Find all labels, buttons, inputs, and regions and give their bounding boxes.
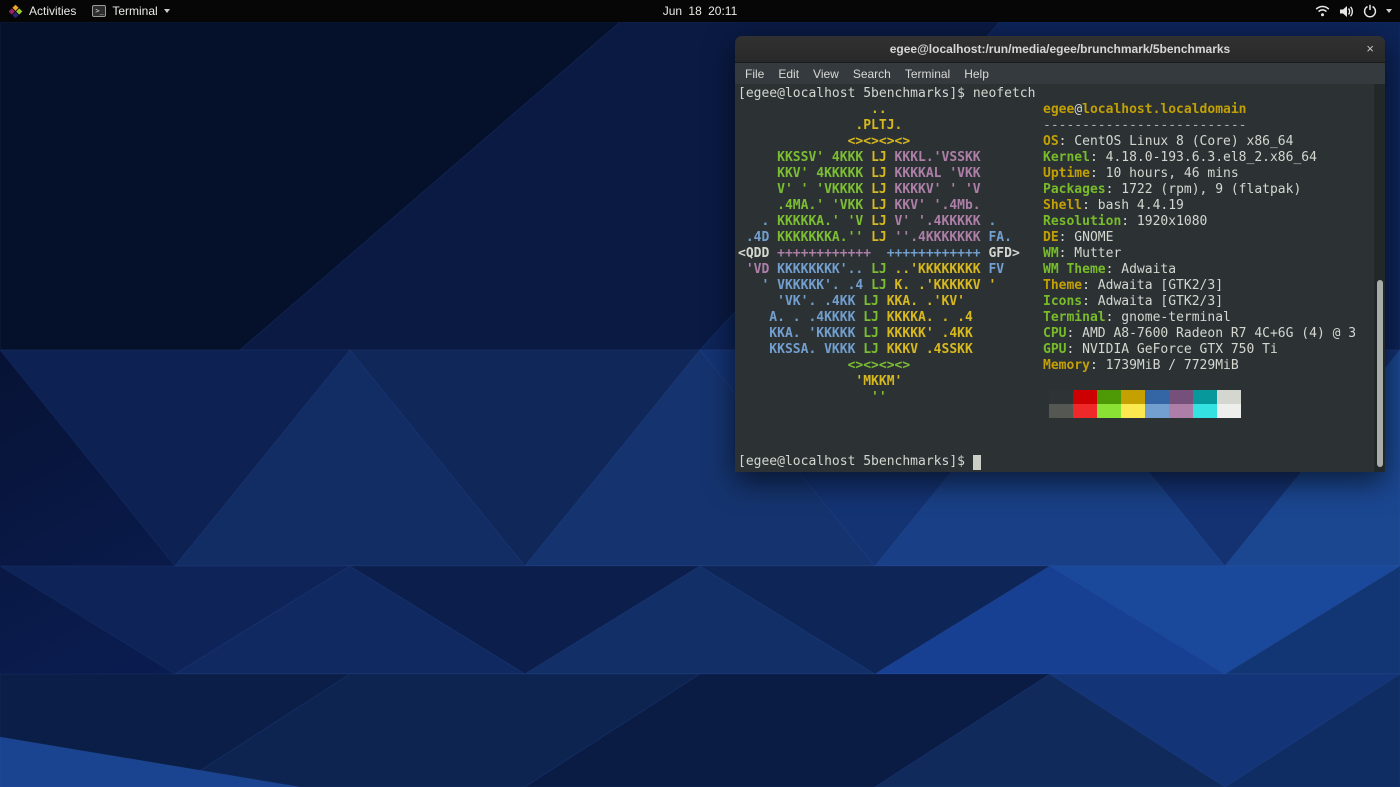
ascii-art-line: A. . .4KKKK LJ KKKKA. . .4: [738, 310, 1020, 326]
ascii-art-line: 'VD KKKKKKKK'.. LJ ..'KKKKKKKK FV: [738, 262, 1020, 278]
volume-icon: [1339, 5, 1354, 18]
neofetch-info-line: Terminal: gnome-terminal: [1043, 310, 1356, 326]
ascii-art-line: ' VKKKKK'. .4 LJ K. .'KKKKKV ': [738, 278, 1020, 294]
ascii-art-line: KKV' 4KKKKK LJ KKKKAL 'VKK: [738, 166, 1020, 182]
window-title: egee@localhost:/run/media/egee/brunchmar…: [890, 42, 1230, 56]
ascii-art-line: KKA. 'KKKKK LJ KKKKK' .4KK: [738, 326, 1020, 342]
ascii-art-line: '': [738, 390, 1020, 406]
wifi-icon: [1315, 5, 1330, 17]
palette-swatch: [1073, 390, 1097, 404]
caret-down-icon: [1386, 9, 1392, 13]
active-prompt: [egee@localhost 5benchmarks]$: [738, 454, 981, 470]
ascii-art-line: .4MA.' 'VKK LJ KKV' '.4Mb.: [738, 198, 1020, 214]
caret-down-icon: [164, 9, 170, 13]
menu-terminal[interactable]: Terminal: [898, 67, 957, 81]
palette-swatch: [1121, 390, 1145, 404]
scrollbar[interactable]: [1377, 280, 1383, 467]
app-menu-label: Terminal: [112, 4, 157, 18]
palette-swatch: [1217, 390, 1241, 404]
command-line: [egee@localhost 5benchmarks]$ neofetch: [738, 86, 1385, 102]
ascii-art-line: 'VK'. .4KK LJ KKA. .'KV': [738, 294, 1020, 310]
neofetch-info-line: Packages: 1722 (rpm), 9 (flatpak): [1043, 182, 1356, 198]
scrollbar-track: [1374, 84, 1385, 472]
palette-swatch: [1145, 390, 1169, 404]
palette-swatch: [1193, 390, 1217, 404]
window-close-button[interactable]: ×: [1366, 40, 1374, 57]
ascii-art-line: .PLTJ.: [738, 118, 1020, 134]
ascii-art-line: <><><><>: [738, 358, 1020, 374]
neofetch-info-line: Kernel: 4.18.0-193.6.3.el8_2.x86_64: [1043, 150, 1356, 166]
ascii-art-line: 'MKKM': [738, 374, 1020, 390]
neofetch-info-line: Memory: 1739MiB / 7729MiB: [1043, 358, 1356, 374]
desktop: Activities >_ Terminal Jun 18 20:11: [0, 0, 1400, 787]
menu-edit[interactable]: Edit: [771, 67, 806, 81]
menu-view[interactable]: View: [806, 67, 846, 81]
neofetch-underline: --------------------------: [1043, 118, 1356, 134]
neofetch-info-line: Shell: bash 4.4.19: [1043, 198, 1356, 214]
palette-swatch: [1121, 404, 1145, 418]
terminal-menubar: FileEditViewSearchTerminalHelp: [735, 63, 1385, 84]
neofetch-output: .. .PLTJ. <><><><> KKSSV' 4KKK LJ KKKL.'…: [738, 102, 1385, 418]
neofetch-info-line: GPU: NVIDIA GeForce GTX 750 Ti: [1043, 342, 1356, 358]
ascii-art-line: <><><><>: [738, 134, 1020, 150]
neofetch-info-line: WM Theme: Adwaita: [1043, 262, 1356, 278]
neofetch-info-line: CPU: AMD A8-7600 Radeon R7 4C+6G (4) @ 3: [1043, 326, 1356, 342]
ascii-art-line: KKSSV' 4KKK LJ KKKL.'VSSKK: [738, 150, 1020, 166]
ascii-art-line: ..: [738, 102, 1020, 118]
palette-swatch: [1049, 404, 1073, 418]
palette-swatch: [1169, 390, 1193, 404]
ascii-art-line: . KKKKKA.' 'V LJ V' '.4KKKKK .: [738, 214, 1020, 230]
neofetch-info-line: Resolution: 1920x1080: [1043, 214, 1356, 230]
palette-swatch: [1169, 404, 1193, 418]
menu-file[interactable]: File: [738, 67, 771, 81]
menu-search[interactable]: Search: [846, 67, 898, 81]
activities-label: Activities: [29, 4, 76, 18]
menu-help[interactable]: Help: [957, 67, 996, 81]
palette-swatch: [1073, 404, 1097, 418]
neofetch-info-line: Icons: Adwaita [GTK2/3]: [1043, 294, 1356, 310]
ascii-art-line: V' ' 'VKKKK LJ KKKKV' ' 'V: [738, 182, 1020, 198]
palette-swatch: [1217, 404, 1241, 418]
typed-command: neofetch: [973, 86, 1036, 101]
app-menu-terminal[interactable]: >_ Terminal: [92, 0, 169, 22]
terminal-color-palette: [1049, 390, 1356, 418]
terminal-content[interactable]: [egee@localhost 5benchmarks]$ neofetch .…: [735, 84, 1385, 472]
window-titlebar[interactable]: egee@localhost:/run/media/egee/brunchmar…: [735, 36, 1385, 63]
top-bar: Activities >_ Terminal Jun 18 20:11: [0, 0, 1400, 22]
ascii-art-line: <QDD ++++++++++++ ++++++++++++ GFD>: [738, 246, 1020, 262]
centos-logo-icon: [8, 4, 23, 19]
activities-button[interactable]: Activities: [8, 0, 76, 22]
neofetch-info-column: egee@localhost.localdomain -------------…: [1043, 102, 1356, 418]
system-status-area[interactable]: [1315, 0, 1392, 22]
neofetch-title: egee@localhost.localdomain: [1043, 102, 1356, 118]
ascii-art-line: .4D KKKKKKKA.'' LJ ''.4KKKKKKK FA.: [738, 230, 1020, 246]
palette-swatch: [1193, 404, 1217, 418]
neofetch-info-line: Uptime: 10 hours, 46 mins: [1043, 166, 1356, 182]
neofetch-info-line: Theme: Adwaita [GTK2/3]: [1043, 278, 1356, 294]
power-icon: [1363, 4, 1377, 18]
palette-swatch: [1145, 404, 1169, 418]
palette-swatch: [1097, 390, 1121, 404]
neofetch-info-line: WM: Mutter: [1043, 246, 1356, 262]
shell-prompt: [egee@localhost 5benchmarks]$: [738, 86, 973, 101]
neofetch-info-line: DE: GNOME: [1043, 230, 1356, 246]
terminal-app-icon: >_: [92, 5, 106, 17]
neofetch-info-line: OS: CentOS Linux 8 (Core) x86_64: [1043, 134, 1356, 150]
terminal-window: egee@localhost:/run/media/egee/brunchmar…: [735, 36, 1385, 472]
palette-swatch: [1049, 390, 1073, 404]
text-cursor: [973, 455, 981, 470]
ascii-art-line: KKSSA. VKKK LJ KKKV .4SSKK: [738, 342, 1020, 358]
palette-swatch: [1097, 404, 1121, 418]
neofetch-ascii-logo: .. .PLTJ. <><><><> KKSSV' 4KKK LJ KKKL.'…: [738, 102, 1020, 418]
clock[interactable]: Jun 18 20:11: [663, 4, 738, 18]
